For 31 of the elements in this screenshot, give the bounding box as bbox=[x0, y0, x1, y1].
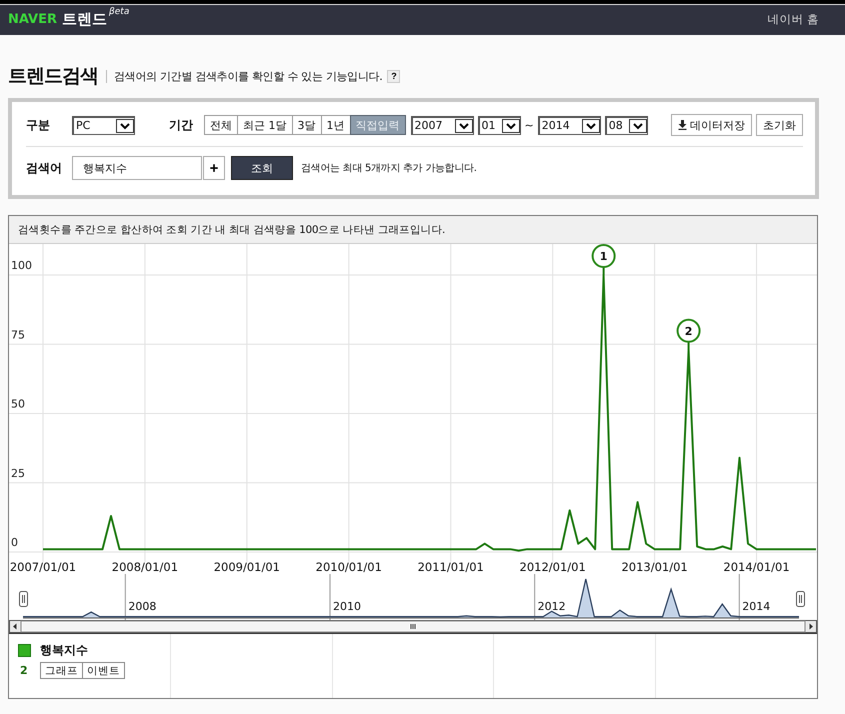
page-description: 검색어의 기간별 검색추이를 확인할 수 있는 기능입니다. bbox=[114, 68, 382, 84]
category-label: 구분 bbox=[26, 116, 51, 134]
navigator-year-label: 2014 bbox=[742, 600, 770, 613]
range-separator: ~ bbox=[524, 118, 534, 132]
period-label: 기간 bbox=[169, 116, 194, 134]
annotation: 2 bbox=[684, 324, 692, 338]
keyword-hint: 검색어는 최대 5개까지 추가 가능합니다. bbox=[301, 162, 477, 175]
keyword-label: 검색어 bbox=[26, 160, 63, 176]
x-axis-label: 2007/01/01 bbox=[10, 560, 76, 574]
y-axis-label: 100 bbox=[11, 259, 32, 272]
chart-caption: 검색횟수를 주간으로 합산하여 조회 기간 내 최대 검색량을 100으로 나타낸 그래프입니다. bbox=[9, 216, 817, 244]
x-axis-label: 2013/01/01 bbox=[621, 560, 688, 574]
x-axis-label: 2008/01/01 bbox=[112, 560, 178, 574]
x-axis-label: 2010/01/01 bbox=[316, 560, 382, 574]
y-axis-label: 50 bbox=[11, 398, 25, 410]
series-name: 행복지수 bbox=[40, 642, 88, 659]
y-axis-label: 0 bbox=[11, 536, 18, 549]
navigator-year-label: 2012 bbox=[538, 600, 566, 613]
service-title: 트렌드 bbox=[62, 10, 108, 29]
x-axis-label: 2014/01/01 bbox=[723, 560, 790, 574]
y-axis-label: 25 bbox=[11, 466, 25, 480]
x-axis-label: 2009/01/01 bbox=[214, 560, 280, 574]
x-axis-label: 2011/01/01 bbox=[418, 560, 484, 574]
beta-label: βeta bbox=[109, 7, 130, 17]
navigator-year-label: 2008 bbox=[128, 600, 156, 613]
navigator-year-label: 2010 bbox=[332, 600, 361, 613]
page-title: 트렌드검색 bbox=[8, 64, 98, 89]
y-axis-label: 75 bbox=[11, 328, 25, 342]
x-axis-label: 2012/01/01 bbox=[520, 560, 586, 574]
annotation: 1 bbox=[600, 250, 608, 263]
event-count: 2 bbox=[19, 664, 29, 677]
